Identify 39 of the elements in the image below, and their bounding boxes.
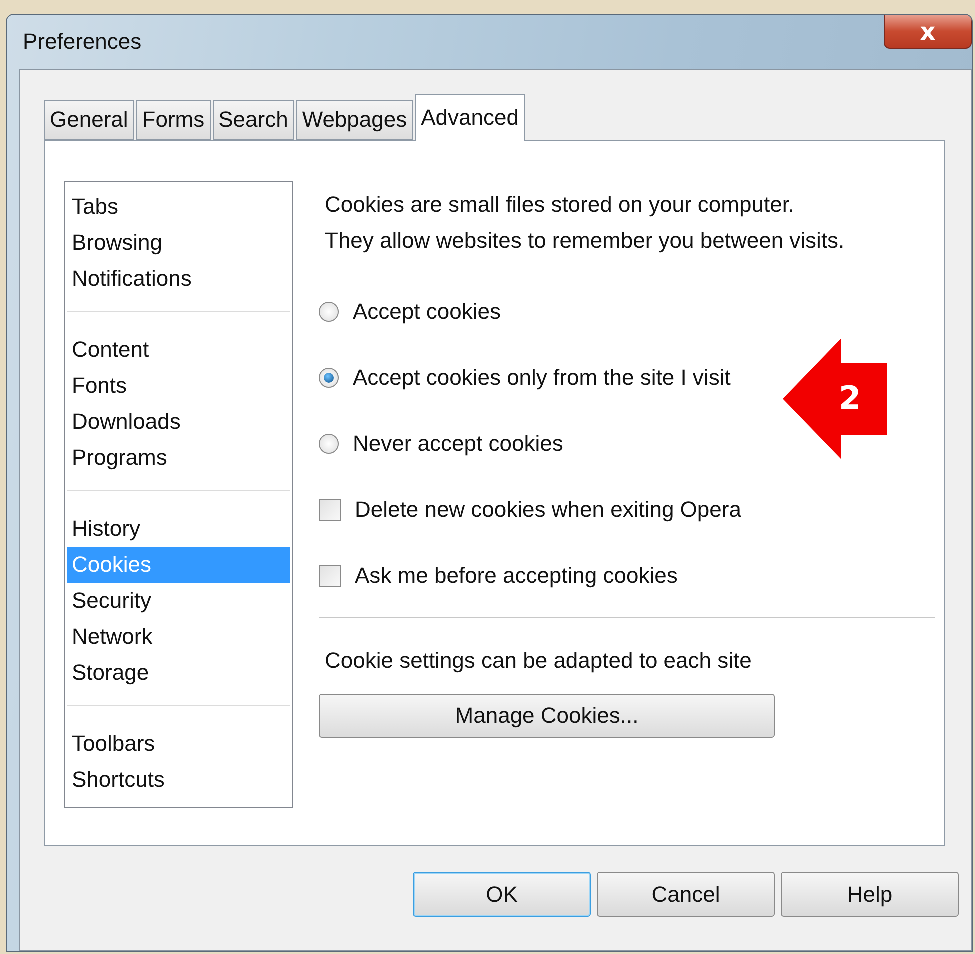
category-item[interactable]: Browsing [67, 225, 290, 261]
category-item[interactable]: History [67, 511, 290, 547]
checkbox[interactable] [319, 499, 341, 521]
category-item[interactable]: Fonts [67, 368, 290, 404]
radio-button[interactable] [319, 302, 339, 322]
category-item[interactable]: Security [67, 583, 290, 619]
dialog-button[interactable]: Help [781, 872, 959, 917]
tab[interactable]: General [44, 100, 134, 140]
category-item[interactable]: Downloads [67, 404, 290, 440]
category-item[interactable]: Programs [67, 440, 290, 476]
radio-button[interactable] [319, 368, 339, 388]
dialog-button[interactable]: Cancel [597, 872, 775, 917]
tab[interactable]: Forms [136, 100, 211, 140]
description-text: Cookies are small files stored on your computer. [325, 191, 796, 219]
window-title: Preferences [23, 29, 142, 55]
category-item[interactable]: Network [67, 619, 290, 655]
tab[interactable]: Webpages [296, 100, 414, 140]
site-note-text: Cookie settings can be adapted to each site [324, 648, 753, 674]
category-item[interactable]: Toolbars [67, 726, 290, 762]
callout-number: 2 [839, 379, 862, 417]
radio-button[interactable] [319, 434, 339, 454]
option-label: Accept cookies only from the site I visit [353, 365, 731, 391]
option-label: Accept cookies [353, 299, 501, 325]
dialog-button[interactable]: OK [413, 872, 591, 917]
manage-cookies-button[interactable]: Manage Cookies... [319, 694, 775, 738]
option-label: Ask me before accepting cookies [355, 563, 678, 589]
callout-arrow-icon [783, 339, 887, 459]
description-text: They allow websites to remember you between visits. [325, 227, 846, 255]
option-label: Never accept cookies [353, 431, 564, 457]
checkbox[interactable] [319, 565, 341, 587]
category-item[interactable]: Notifications [67, 261, 290, 297]
category-item[interactable]: Content [67, 332, 290, 368]
category-item[interactable]: Storage [67, 655, 290, 691]
tab[interactable]: Search [212, 100, 294, 140]
tab[interactable]: Advanced [415, 94, 525, 141]
category-item[interactable]: Tabs [67, 189, 290, 225]
option-label: Delete new cookies when exiting Opera [355, 497, 742, 523]
close-button[interactable]: x [884, 15, 972, 49]
category-item[interactable]: Shortcuts [67, 762, 290, 798]
